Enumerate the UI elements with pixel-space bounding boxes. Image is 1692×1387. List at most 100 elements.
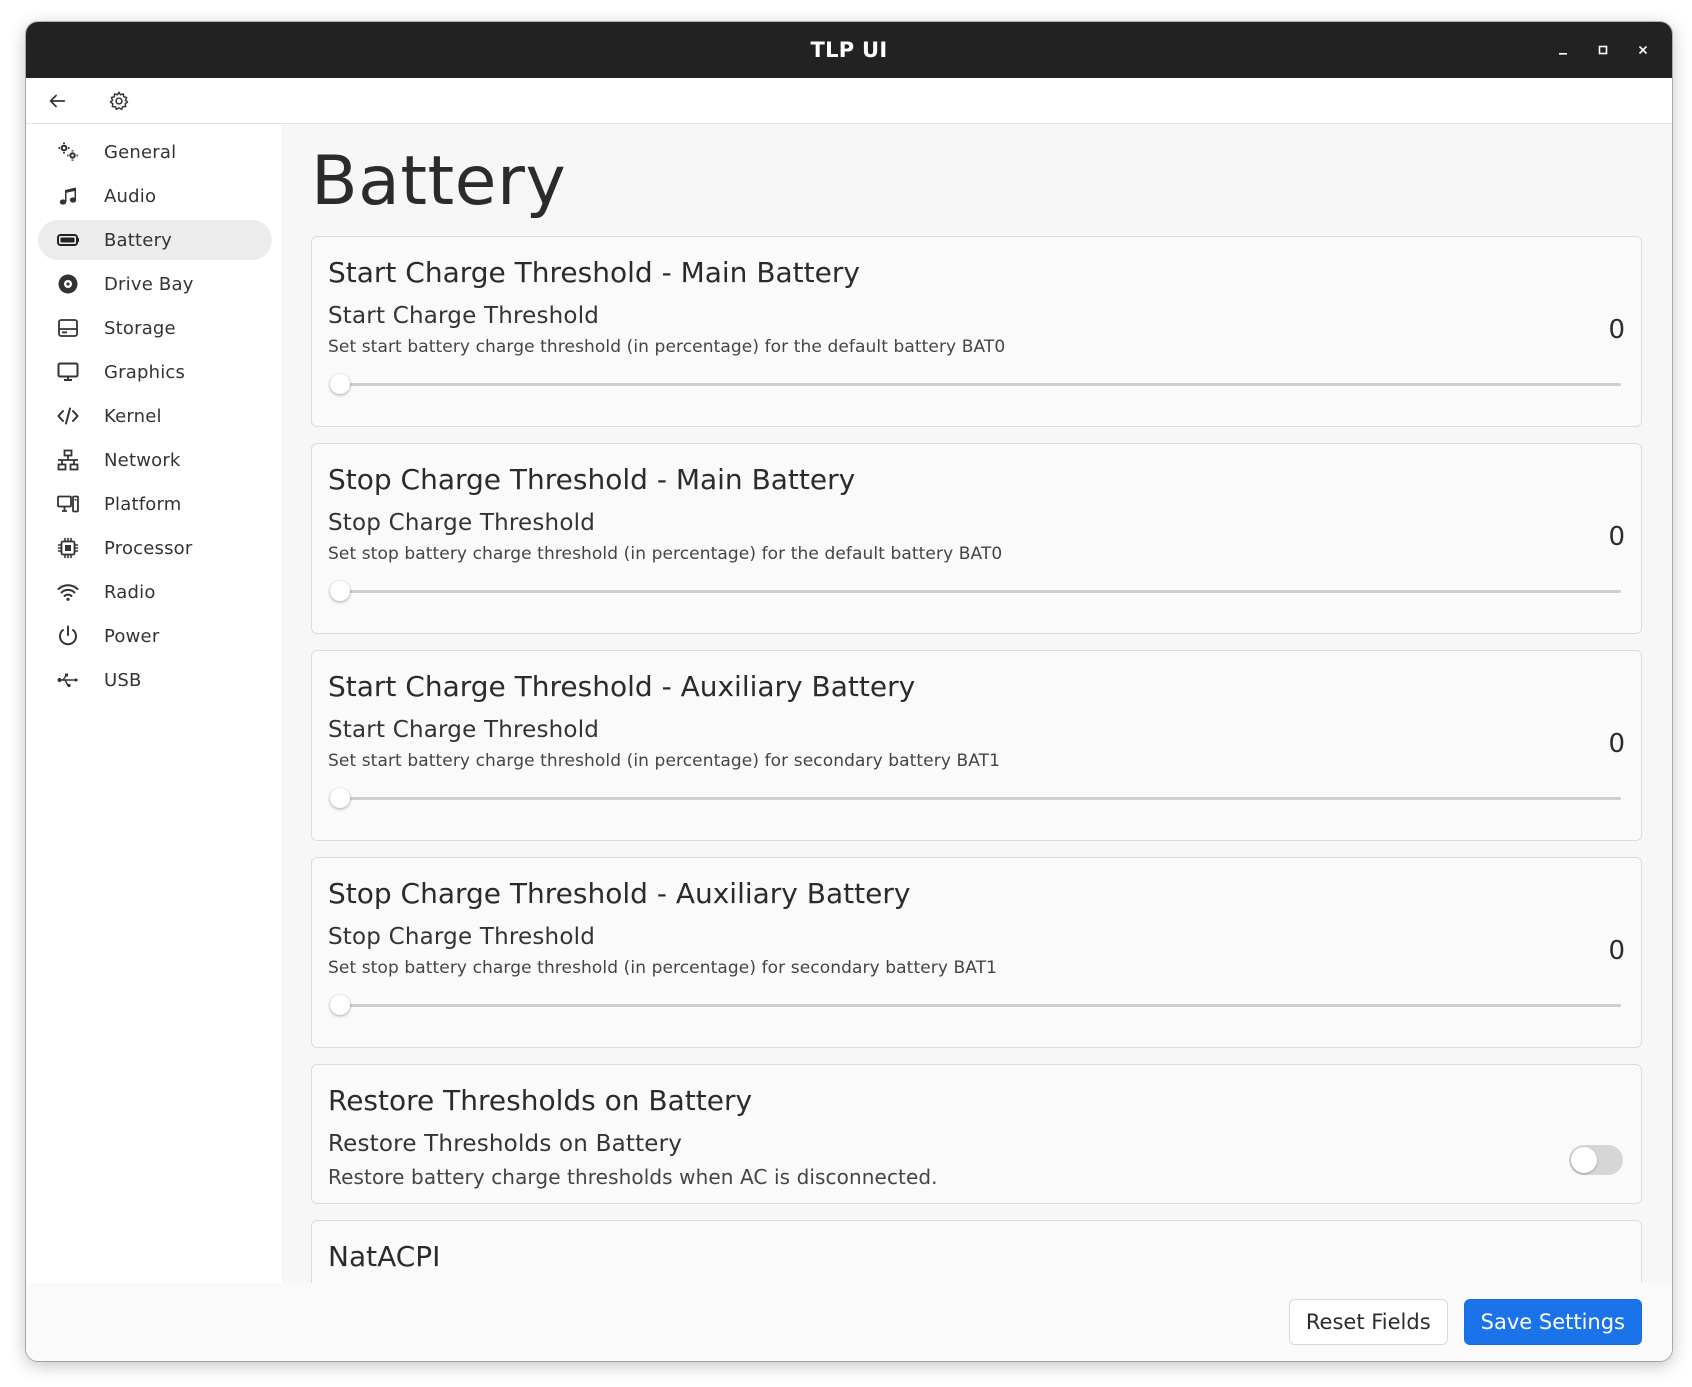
- sidebar: General Audio Battery Drive Bay Storage …: [26, 124, 282, 1283]
- setting-label: Stop Charge Threshold: [328, 510, 595, 536]
- setting-row: Start Charge Threshold Set start battery…: [328, 717, 1625, 771]
- sidebar-item-radio[interactable]: Radio: [38, 572, 272, 612]
- restore-thresholds-toggle[interactable]: [1569, 1145, 1623, 1175]
- network-icon: [54, 446, 82, 474]
- setting-label: Restore Thresholds on Battery: [328, 1131, 683, 1157]
- computer-tower-icon: [54, 490, 82, 518]
- disc-icon: [54, 270, 82, 298]
- slider-knob[interactable]: [330, 788, 350, 808]
- sidebar-item-usb[interactable]: USB: [38, 660, 272, 700]
- sidebar-item-processor[interactable]: Processor: [38, 528, 272, 568]
- sidebar-item-label: General: [104, 141, 177, 163]
- sidebar-item-power[interactable]: Power: [38, 616, 272, 656]
- threshold-slider[interactable]: [328, 570, 1625, 610]
- cpu-icon: [54, 534, 82, 562]
- setting-description: Set stop battery charge threshold (in pe…: [328, 544, 1003, 564]
- sidebar-item-label: Audio: [104, 185, 157, 207]
- sidebar-item-platform[interactable]: Platform: [38, 484, 272, 524]
- settings-button[interactable]: [102, 84, 136, 118]
- setting-description: Set stop battery charge threshold (in pe…: [328, 958, 998, 978]
- card-title: Stop Charge Threshold - Main Battery: [328, 463, 856, 496]
- sidebar-item-label: Kernel: [104, 405, 162, 427]
- setting-card: NatACPI: [311, 1220, 1642, 1283]
- setting-row: Start Charge Threshold Set start battery…: [328, 303, 1625, 357]
- slider-value: 0: [1608, 729, 1625, 759]
- setting-card: Start Charge Threshold - Auxiliary Batte…: [311, 650, 1642, 841]
- close-icon: [1638, 45, 1648, 55]
- threshold-slider[interactable]: [328, 363, 1625, 403]
- setting-card: Stop Charge Threshold - Auxiliary Batter…: [311, 857, 1642, 1048]
- sidebar-item-label: Power: [104, 625, 160, 647]
- back-button[interactable]: [40, 84, 74, 118]
- toggle-knob: [1571, 1147, 1597, 1173]
- sidebar-item-kernel[interactable]: Kernel: [38, 396, 272, 436]
- gear-icon: [109, 91, 129, 110]
- sidebar-item-general[interactable]: General: [38, 132, 272, 172]
- setting-description: Set start battery charge threshold (in p…: [328, 751, 1001, 771]
- sidebar-item-battery[interactable]: Battery: [38, 220, 272, 260]
- setting-card: Stop Charge Threshold - Main Battery Sto…: [311, 443, 1642, 634]
- card-title: Start Charge Threshold - Main Battery: [328, 256, 860, 289]
- minimize-button[interactable]: [1548, 35, 1578, 65]
- sidebar-item-graphics[interactable]: Graphics: [38, 352, 272, 392]
- page-title: Battery: [311, 142, 567, 221]
- footer-bar: Reset Fields Save Settings: [26, 1283, 1672, 1361]
- slider-track: [340, 797, 1621, 800]
- battery-icon: [54, 226, 82, 254]
- setting-row: Stop Charge Threshold Set stop battery c…: [328, 510, 1625, 564]
- slider-knob[interactable]: [330, 995, 350, 1015]
- code-icon: [54, 402, 82, 430]
- sidebar-item-label: Network: [104, 449, 181, 471]
- slider-value: 0: [1608, 936, 1625, 966]
- app-window: TLP UI General Audio Battery Drive Bay S…: [26, 22, 1672, 1361]
- card-title: NatACPI: [328, 1240, 441, 1273]
- sidebar-item-label: Graphics: [104, 361, 186, 383]
- wifi-icon: [54, 578, 82, 606]
- setting-text: Start Charge Threshold Set start battery…: [328, 303, 1608, 357]
- sidebar-item-label: Processor: [104, 537, 193, 559]
- window-title: TLP UI: [810, 38, 888, 62]
- threshold-slider[interactable]: [328, 777, 1625, 817]
- save-settings-button[interactable]: Save Settings: [1463, 1299, 1642, 1345]
- slider-track: [340, 1004, 1621, 1007]
- slider-track: [340, 383, 1621, 386]
- window-controls: [1548, 22, 1658, 78]
- main-content: Battery Start Charge Threshold - Main Ba…: [282, 124, 1672, 1283]
- sidebar-item-label: USB: [104, 669, 142, 691]
- hard-drive-icon: [54, 314, 82, 342]
- sidebar-item-network[interactable]: Network: [38, 440, 272, 480]
- setting-description: Restore battery charge thresholds when A…: [328, 1165, 938, 1189]
- slider-value: 0: [1608, 522, 1625, 552]
- setting-text: Stop Charge Threshold Set stop battery c…: [328, 510, 1608, 564]
- sidebar-item-label: Platform: [104, 493, 182, 515]
- sidebar-item-label: Battery: [104, 229, 173, 251]
- setting-label: Start Charge Threshold: [328, 717, 600, 743]
- setting-card: Restore Thresholds on Battery Restore Th…: [311, 1064, 1642, 1204]
- sidebar-item-drive-bay[interactable]: Drive Bay: [38, 264, 272, 304]
- card-title: Stop Charge Threshold - Auxiliary Batter…: [328, 877, 911, 910]
- power-icon: [54, 622, 82, 650]
- setting-card: Start Charge Threshold - Main Battery St…: [311, 236, 1642, 427]
- sidebar-item-storage[interactable]: Storage: [38, 308, 272, 348]
- sidebar-item-label: Radio: [104, 581, 156, 603]
- card-title: Start Charge Threshold - Auxiliary Batte…: [328, 670, 916, 703]
- usb-icon: [54, 666, 82, 694]
- sidebar-item-label: Drive Bay: [104, 273, 194, 295]
- setting-row: Stop Charge Threshold Set stop battery c…: [328, 924, 1625, 978]
- setting-text: Stop Charge Threshold Set stop battery c…: [328, 924, 1608, 978]
- maximize-button[interactable]: [1588, 35, 1618, 65]
- sidebar-item-audio[interactable]: Audio: [38, 176, 272, 216]
- reset-fields-button[interactable]: Reset Fields: [1288, 1299, 1448, 1345]
- maximize-icon: [1598, 45, 1608, 55]
- sidebar-item-label: Storage: [104, 317, 176, 339]
- slider-knob[interactable]: [330, 581, 350, 601]
- minimize-icon: [1559, 53, 1567, 55]
- threshold-slider[interactable]: [328, 984, 1625, 1024]
- setting-text: Start Charge Threshold Set start battery…: [328, 717, 1608, 771]
- music-note-icon: [54, 182, 82, 210]
- setting-label: Stop Charge Threshold: [328, 924, 595, 950]
- gears-icon: [54, 138, 82, 166]
- close-button[interactable]: [1628, 35, 1658, 65]
- body-area: General Audio Battery Drive Bay Storage …: [26, 124, 1672, 1361]
- slider-knob[interactable]: [330, 374, 350, 394]
